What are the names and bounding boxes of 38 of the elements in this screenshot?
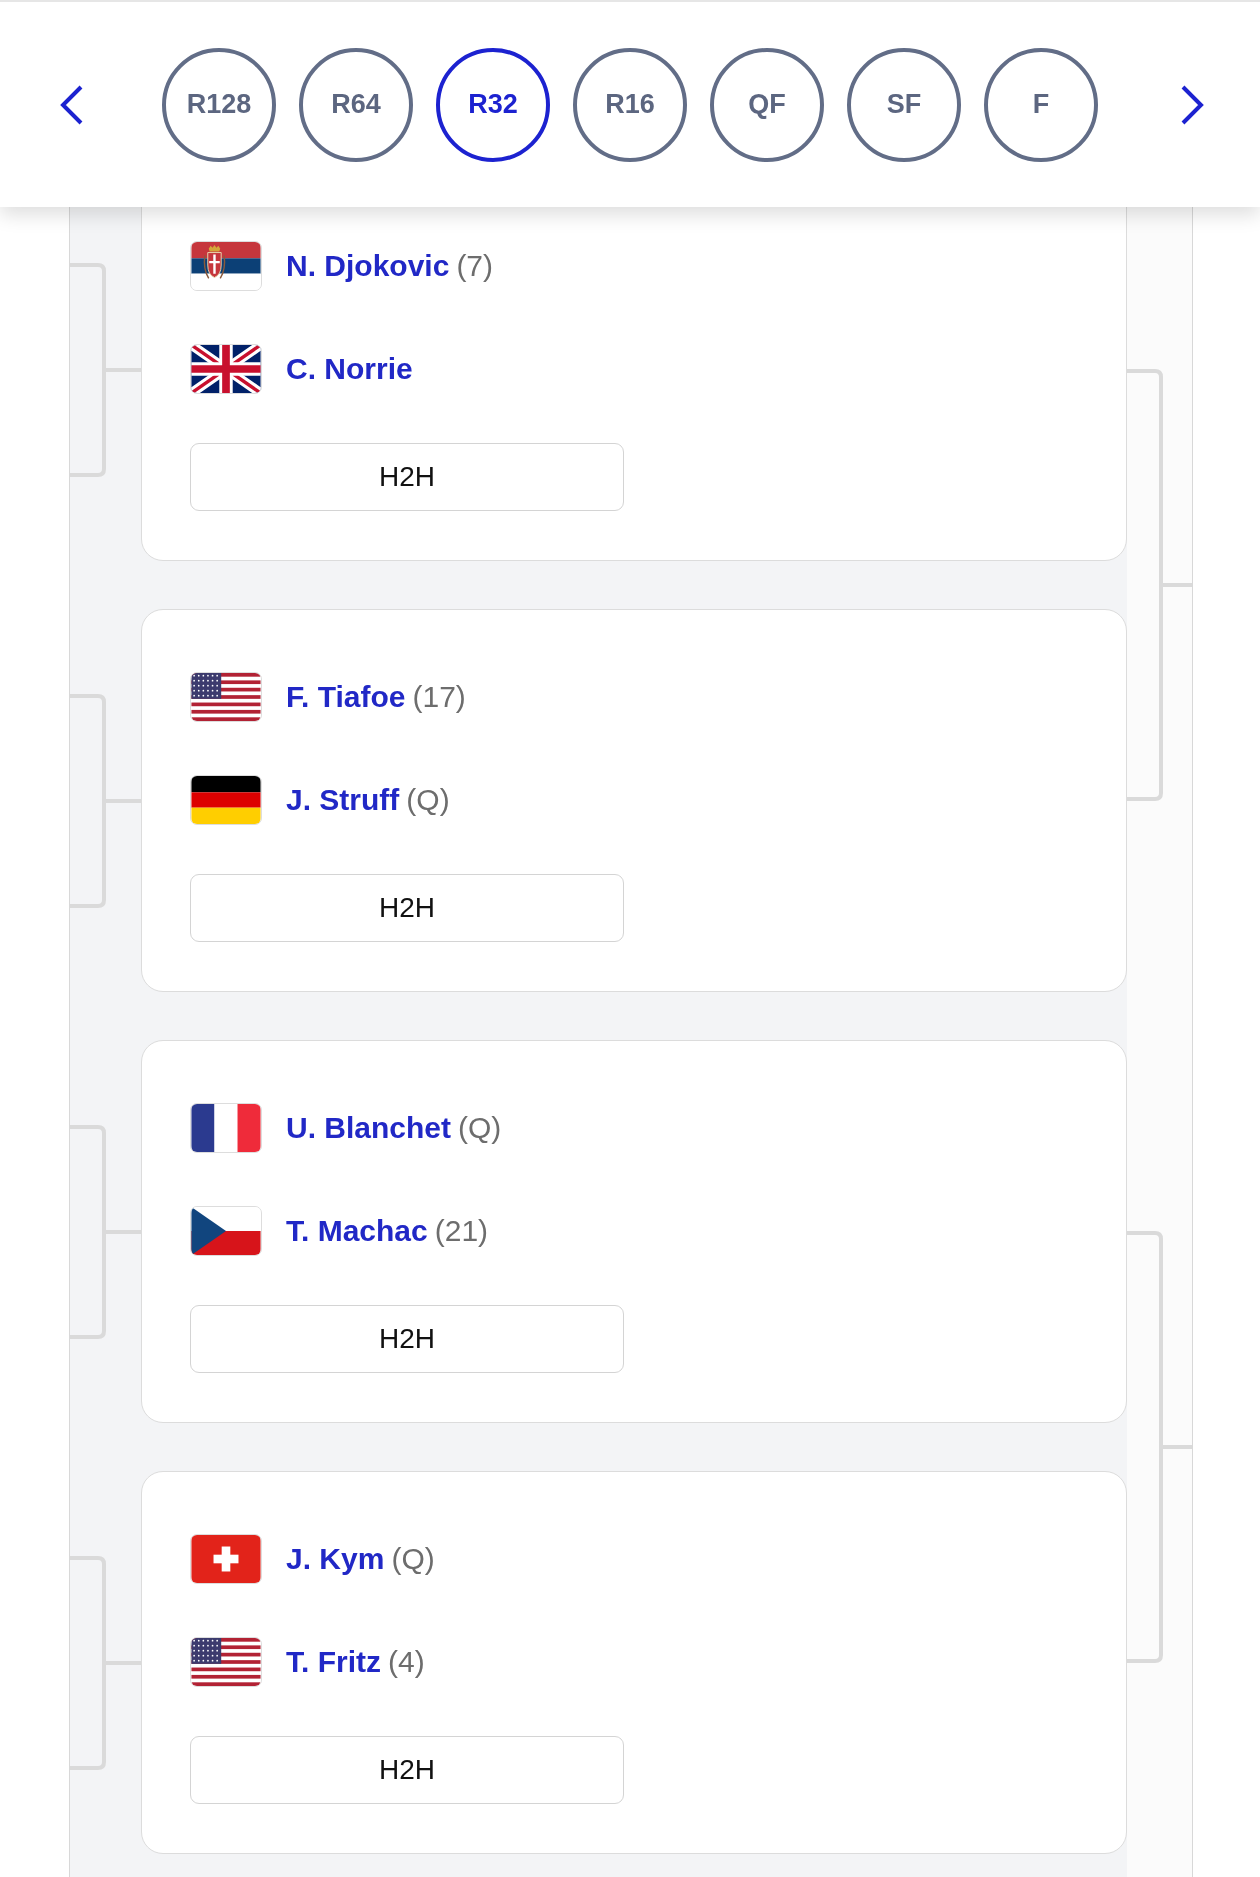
uk-flag-icon xyxy=(190,344,262,394)
switzerland-flag-icon xyxy=(190,1534,262,1584)
player-name-link[interactable]: T. Fritz xyxy=(286,1645,381,1679)
germany-flag-icon xyxy=(190,775,262,825)
player-name-link[interactable]: J. Kym xyxy=(286,1542,385,1576)
czech-flag-icon xyxy=(190,1206,262,1256)
serbia-flag-icon xyxy=(190,241,262,291)
round-tab[interactable]: R64 xyxy=(299,47,413,162)
round-tab[interactable]: R32 xyxy=(436,47,550,162)
previous-round-button[interactable] xyxy=(60,83,84,126)
seed-label: (7) xyxy=(456,249,494,283)
round-tab[interactable]: R16 xyxy=(573,47,687,162)
h2h-button[interactable]: H2H xyxy=(190,1736,624,1804)
h2h-button[interactable]: H2H xyxy=(190,1305,624,1373)
seed-label: (17) xyxy=(412,680,466,714)
chevron-left-icon xyxy=(60,83,84,126)
player-name-link[interactable]: J. Struff xyxy=(286,783,400,817)
h2h-button[interactable]: H2H xyxy=(190,443,624,511)
round-tab[interactable]: F xyxy=(984,47,1098,162)
seed-label: (21) xyxy=(434,1214,489,1248)
player-name-link[interactable]: N. Djokovic xyxy=(286,249,450,283)
usa-flag-icon xyxy=(190,1637,262,1687)
player-name-link[interactable]: C. Norrie xyxy=(286,352,413,386)
h2h-button[interactable]: H2H xyxy=(190,874,624,942)
seed-label: (Q) xyxy=(406,783,450,817)
usa-flag-icon xyxy=(190,672,262,722)
round-tab[interactable]: QF xyxy=(710,47,824,162)
round-tab[interactable]: R128 xyxy=(162,47,276,162)
next-round-button[interactable] xyxy=(1180,83,1204,126)
chevron-right-icon xyxy=(1180,83,1204,126)
france-flag-icon xyxy=(190,1103,262,1153)
seed-label: (4) xyxy=(388,1645,425,1679)
seed-label: (Q) xyxy=(458,1111,502,1145)
round-tab[interactable]: SF xyxy=(847,47,961,162)
player-name-link[interactable]: U. Blanchet xyxy=(286,1111,452,1145)
seed-label: (Q) xyxy=(391,1542,435,1576)
player-name-link[interactable]: T. Machac xyxy=(286,1214,428,1248)
player-name-link[interactable]: F. Tiafoe xyxy=(286,680,406,714)
